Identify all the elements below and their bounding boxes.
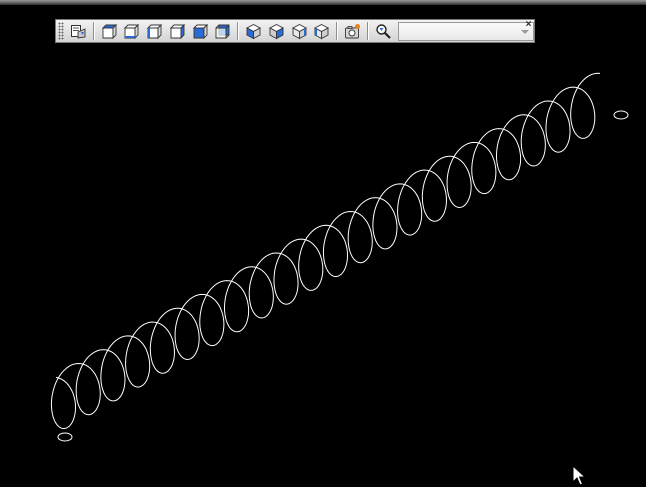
- top-view-button[interactable]: [99, 21, 120, 41]
- front-view-icon: [192, 23, 208, 39]
- front-view-button[interactable]: [190, 21, 211, 41]
- toolbar-close-button[interactable]: ×: [524, 20, 533, 30]
- window-top-border: [0, 0, 646, 5]
- named-views-icon: [70, 24, 86, 39]
- left-view-button[interactable]: [144, 21, 165, 41]
- nw-isometric-icon: [314, 23, 330, 39]
- bottom-view-icon: [124, 23, 140, 39]
- nw-isometric-button[interactable]: [311, 21, 332, 41]
- new-camera-icon: [345, 23, 360, 38]
- ne-isometric-button[interactable]: [289, 21, 310, 41]
- se-isometric-icon: [268, 23, 284, 39]
- toolbar-separator: [237, 22, 240, 40]
- drawing-viewport[interactable]: [0, 44, 646, 487]
- back-view-button[interactable]: [212, 21, 233, 41]
- chevron-down-icon[interactable]: [520, 29, 529, 34]
- zoom-view-icon: [376, 23, 391, 39]
- se-isometric-button[interactable]: [266, 21, 287, 41]
- toolbar-separator: [366, 22, 369, 40]
- toolbar-separator: [92, 22, 95, 40]
- helix-end-loop-end: [613, 110, 629, 120]
- view-toolbar: ×: [55, 19, 535, 43]
- left-view-icon: [146, 23, 163, 39]
- mouse-pointer-icon: [572, 465, 586, 486]
- sw-isometric-icon: [246, 23, 261, 39]
- sw-isometric-button[interactable]: [243, 21, 264, 41]
- bottom-view-button[interactable]: [121, 21, 142, 41]
- top-view-icon: [101, 23, 117, 39]
- view-dropdown[interactable]: [397, 21, 534, 41]
- toolbar-separator: [336, 22, 339, 40]
- named-views-button[interactable]: [68, 21, 89, 41]
- new-camera-button[interactable]: [342, 21, 363, 41]
- ne-isometric-icon: [291, 23, 307, 39]
- zoom-view-button[interactable]: [373, 21, 394, 41]
- helix-object[interactable]: [50, 72, 601, 430]
- helix-end-loop-start: [57, 432, 73, 442]
- toolbar-grip[interactable]: [58, 22, 64, 40]
- right-view-button[interactable]: [167, 21, 188, 41]
- right-view-icon: [169, 23, 185, 39]
- back-view-icon: [215, 24, 230, 38]
